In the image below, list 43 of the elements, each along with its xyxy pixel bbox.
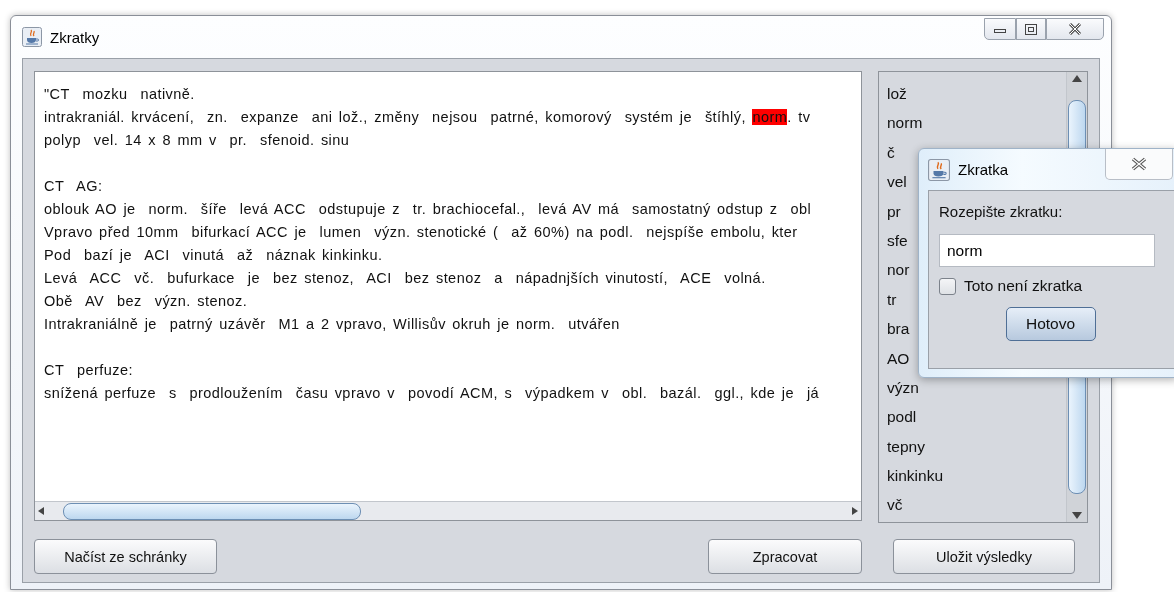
text-line: polyp vel. 14 x 8 mm v pr. sfenoid. sinu (44, 131, 351, 150)
text-line: Levá ACC vč. bufurkace je bez stenoz, ACI bez stenoz a nápadnjších vinutostí, ACE volná. (44, 269, 767, 288)
text-line: Obě AV bez význ. stenoz. (44, 292, 249, 311)
close-icon (1130, 157, 1148, 171)
prompt-label: Rozepište zkratku: (939, 203, 1064, 220)
text-line: CT perfuze: (44, 361, 134, 380)
up-arrow-icon[interactable] (1072, 74, 1082, 82)
save-button[interactable]: Uložit výsledky (893, 539, 1075, 574)
window-title: Zkratky (50, 28, 100, 46)
list-item[interactable]: podl (887, 405, 1066, 435)
load-button[interactable]: Načíst ze schránky (34, 539, 217, 574)
list-item[interactable]: kinkinku (887, 464, 1066, 494)
horizontal-scrollbar[interactable] (35, 501, 861, 520)
java-cup-icon (928, 158, 950, 181)
close-icon (1067, 23, 1083, 35)
text-field[interactable]: norm (939, 234, 1155, 267)
down-arrow-icon[interactable] (1072, 512, 1082, 520)
text-line: oblouk AO je norm. šíře levá ACC odstupuje z tr. brachiocefal., levá AV má samostatný odstup z obl (44, 200, 813, 219)
text-line: Intrakraniálně je patrný uzávěr M1 a 2 vpravo, Willisův okruh je norm. utvářen (44, 315, 621, 334)
checkbox-label: Toto není zkratka (964, 277, 1083, 295)
dialog-title: Zkratka (958, 161, 1008, 178)
right-arrow-icon[interactable] (851, 507, 859, 515)
list-item[interactable]: význ (887, 375, 1066, 406)
list-item[interactable]: norm (887, 111, 1066, 141)
checkbox[interactable] (939, 277, 956, 295)
left-arrow-icon[interactable] (37, 507, 45, 515)
list-item[interactable]: vč (887, 493, 1066, 523)
done-button[interactable]: Hotovo (1005, 307, 1096, 341)
maximize-icon (1025, 23, 1037, 35)
text-line: Vpravo před 10mm bifurkací ACC je lumen význ. stenotické ( až 60%) na podl. nejspíše embolu, kter (44, 223, 799, 242)
minimize-button[interactable] (984, 18, 1016, 40)
text-line: Pod bazí je ACI vinutá až náznak kinkinku. (44, 246, 384, 265)
text-line: intrakraniál. krvácení, zn. expanze ani lož., změny nejsou patrné, komorový systém je štíhlý, norm. tv (44, 108, 812, 127)
list-item[interactable]: tepny (887, 434, 1066, 465)
text-line: CT AG: (44, 177, 104, 196)
text-line: "CT mozku nativně. (44, 85, 196, 104)
text-line: snížená perfuze s prodloužením času vpravo v povodí ACM, s výpadkem v obl. bazál. ggl., kde je já (44, 384, 821, 403)
maximize-button[interactable] (1016, 18, 1046, 40)
text-area[interactable] (34, 71, 862, 521)
close-button[interactable] (1046, 18, 1104, 40)
process-button[interactable]: Zpracovat (708, 539, 862, 574)
java-cup-icon (22, 27, 42, 47)
list-item[interactable]: lož (887, 82, 1066, 112)
